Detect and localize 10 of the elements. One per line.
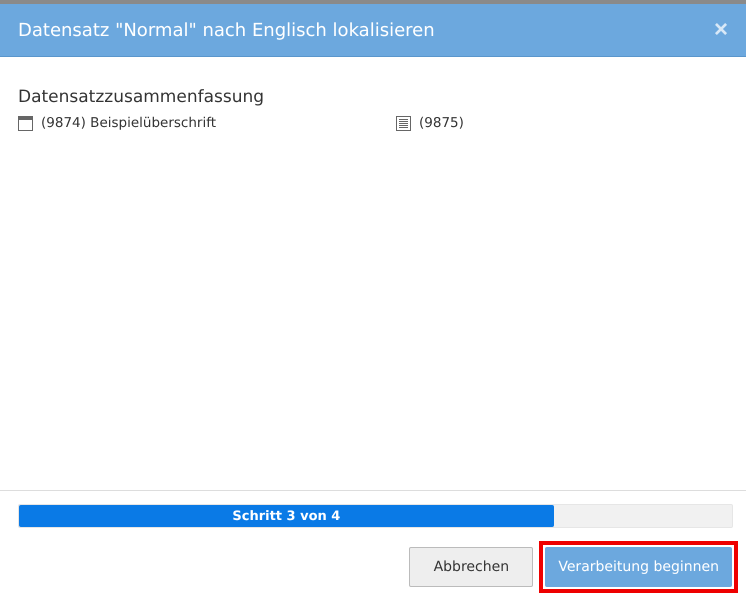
document-icon	[396, 116, 411, 130]
progress-label: Schritt 3 von 4	[231, 508, 342, 526]
start-button[interactable]: Verarbeitung beginnen	[545, 547, 732, 587]
close-button[interactable]: ×	[710, 18, 732, 42]
section-heading: Datensatzzusammenfassung	[18, 87, 266, 107]
cancel-button[interactable]: Abbrechen	[409, 547, 534, 587]
header-icon	[18, 116, 33, 130]
dialog-title: Datensatz "Normal" nach Englisch lokalisieren	[18, 20, 435, 40]
record-label: (9875)	[419, 115, 464, 131]
record-label: (9874) Beispielüberschrift	[41, 115, 216, 131]
